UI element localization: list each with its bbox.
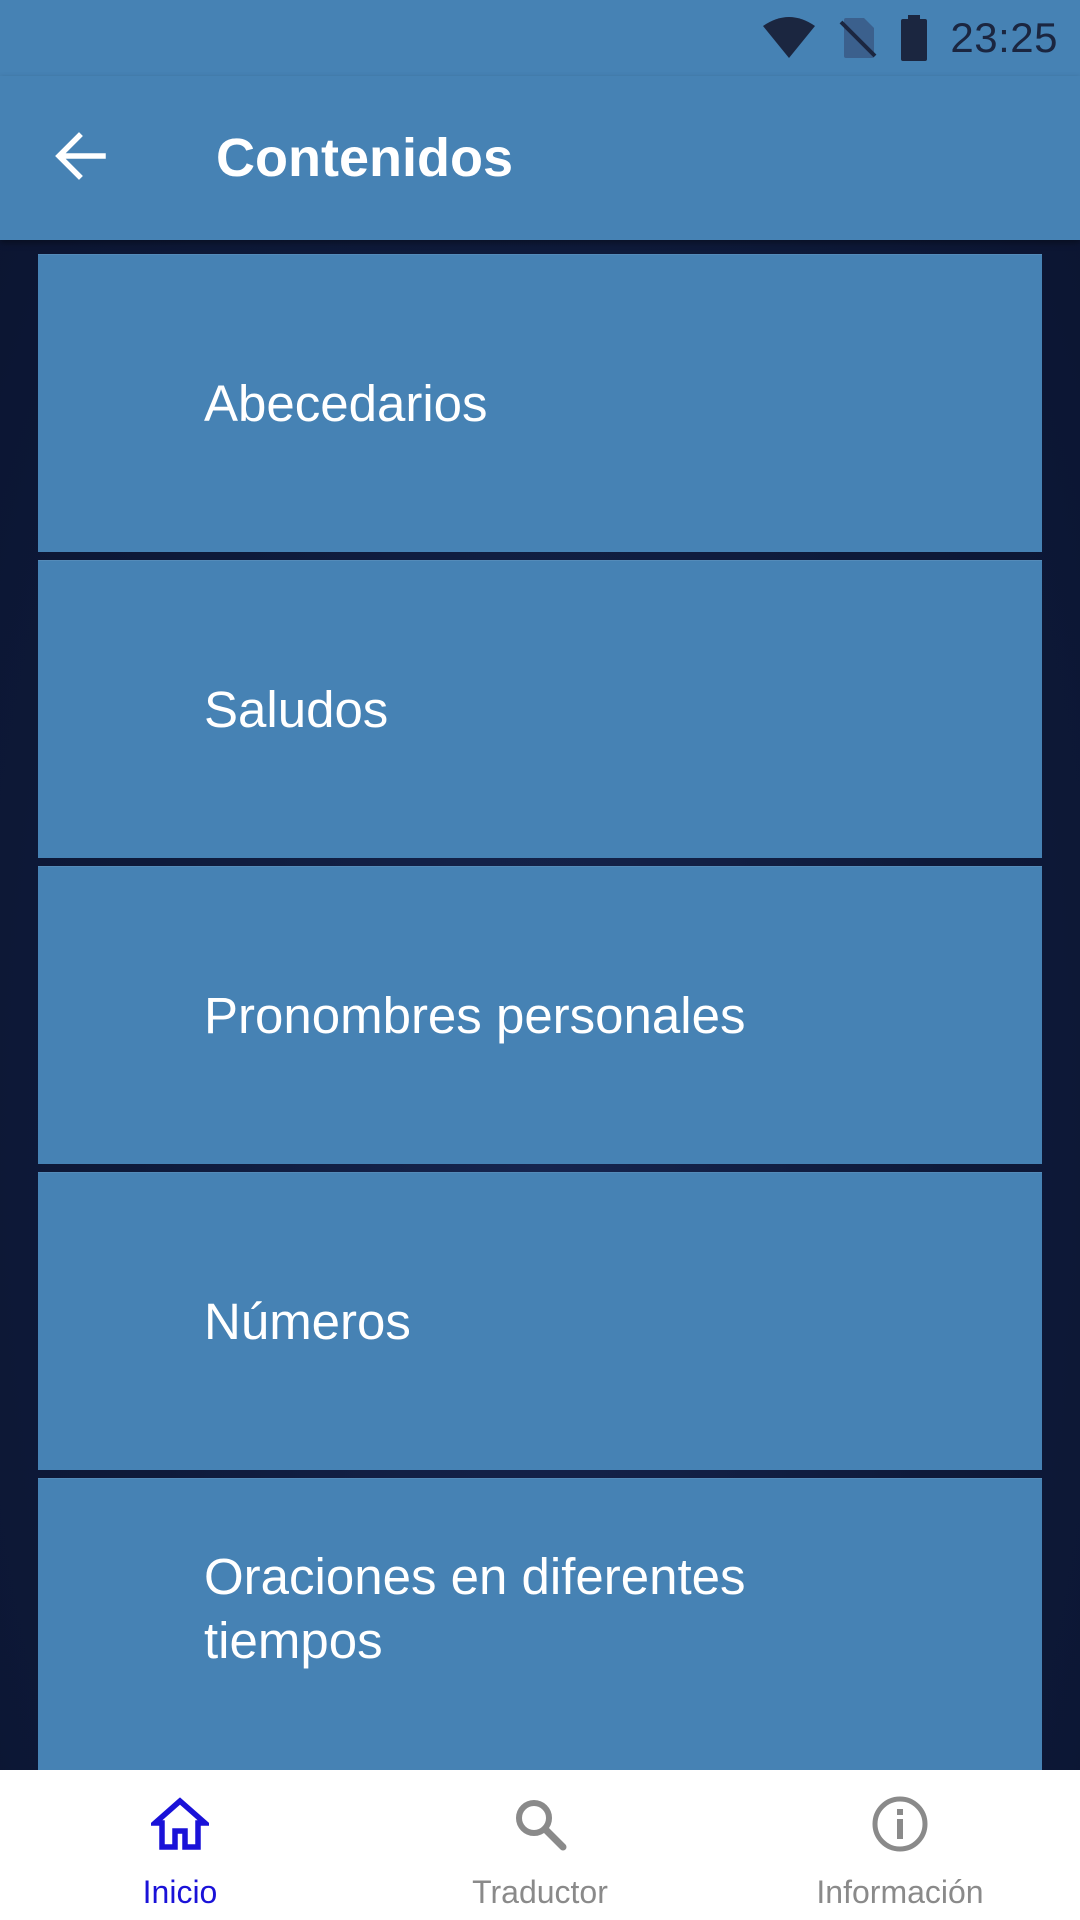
nav-item-traductor[interactable]: Traductor [360,1770,720,1920]
back-button[interactable] [40,118,120,198]
status-time: 23:25 [950,14,1058,61]
nav-item-inicio[interactable]: Inicio [0,1770,360,1920]
content-list: Abecedarios Saludos Pronombres personale… [38,254,1042,1826]
nav-label: Inicio [142,1874,218,1910]
nav-label: Información [816,1874,984,1910]
list-item-label: Abecedarios [204,374,488,432]
list-item-pronombres-personales[interactable]: Pronombres personales [38,866,1042,1164]
bottom-navigation: Inicio Traductor Información [0,1770,1080,1920]
battery-icon [900,15,928,61]
nav-label: Traductor [472,1874,608,1910]
screen: 23:25 Contenidos Abecedarios Saludos Pro… [0,0,1080,1920]
list-item-abecedarios[interactable]: Abecedarios [38,254,1042,552]
wifi-icon [762,16,816,60]
list-item-label: Números [204,1292,411,1350]
arrow-back-icon [53,131,107,185]
nav-item-informacion[interactable]: Información [720,1770,1080,1920]
info-icon [868,1792,932,1856]
app-bar: Contenidos [0,76,1080,240]
search-icon [508,1792,572,1856]
list-item-oraciones[interactable]: Oraciones en diferentes tiempos [38,1478,1042,1818]
page-title: Contenidos [216,128,513,188]
list-item-saludos[interactable]: Saludos [38,560,1042,858]
no-sim-icon [838,16,878,60]
list-item-label: Pronombres personales [204,986,746,1044]
list-item-numeros[interactable]: Números [38,1172,1042,1470]
list-item-label: Saludos [204,680,389,738]
home-icon [148,1792,212,1856]
list-item-label: Oraciones en diferentes tiempos [204,1547,746,1669]
status-bar: 23:25 [0,0,1080,76]
